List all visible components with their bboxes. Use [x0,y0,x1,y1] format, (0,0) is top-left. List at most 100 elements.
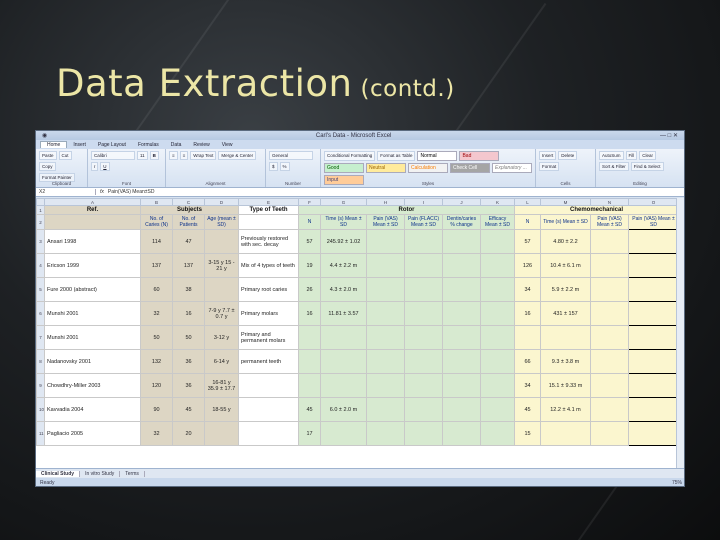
style-neutral[interactable]: Neutral [366,163,406,173]
rotor-pain-flacc-cell[interactable] [404,421,443,446]
chemo-time-cell[interactable]: 10.4 ± 6.1 m [540,253,591,278]
sub-header-cell[interactable]: Time (s) Mean ± SD [320,214,367,230]
teeth-cell[interactable] [238,373,299,398]
age-cell[interactable] [204,229,239,254]
sub-header-cell[interactable]: N [514,214,541,230]
chemo-time-cell[interactable]: 431 ± 157 [540,301,591,326]
cut-button[interactable]: Cut [58,151,72,160]
wrap-text-button[interactable]: Wrap Text [190,151,217,160]
find-select-button[interactable]: Find & Select [630,162,664,171]
rotor-time-cell[interactable]: 245.92 ± 1.02 [320,229,367,254]
style-explanatory[interactable]: Explanatory ... [492,163,532,173]
chemo-pain-cell[interactable] [590,325,629,350]
row-header[interactable]: 9 [36,373,45,398]
column-header[interactable]: J [442,198,481,206]
column-header[interactable]: L [514,198,541,206]
sub-header-cell[interactable]: No. of Patients [172,214,205,230]
ribbon-tab-review[interactable]: Review [187,142,215,148]
row-header[interactable]: 6 [36,301,45,326]
age-cell[interactable]: 6-14 y [204,349,239,374]
sub-header-cell[interactable]: Pain (VAS) Mean ± SD [590,214,629,230]
rotor-pain-vas-cell[interactable] [366,349,405,374]
caries-cell[interactable]: 50 [140,325,173,350]
header-rotor[interactable]: Rotor [298,205,515,215]
teeth-cell[interactable] [238,421,299,446]
sheet-tab-in-vitro-study[interactable]: In vitro Study [80,470,121,477]
caries-cell[interactable]: 114 [140,229,173,254]
chemo-pain-cell[interactable] [590,421,629,446]
age-cell[interactable]: 3-15 y 15 - 21 y [204,253,239,278]
teeth-cell[interactable]: permanent teeth [238,349,299,374]
column-header[interactable]: F [298,198,321,206]
zoom-level[interactable]: 75% [672,480,682,486]
number-format-select[interactable]: General [269,151,313,160]
age-cell[interactable]: 7-9 y 7.7 ± 0.7 y [204,301,239,326]
rotor-pain-vas-cell[interactable] [366,373,405,398]
rotor-efficacy-cell[interactable] [480,349,515,374]
row-header[interactable]: 10 [36,397,45,422]
age-cell[interactable]: 16-81 y 35.9 ± 17.7 [204,373,239,398]
row-header[interactable]: 2 [36,214,45,230]
column-header[interactable]: H [366,198,405,206]
row-header[interactable]: 7 [36,325,45,350]
patients-cell[interactable]: 45 [172,397,205,422]
chemo-pain-cell[interactable] [590,301,629,326]
rotor-n-cell[interactable] [298,373,321,398]
patients-cell[interactable]: 36 [172,373,205,398]
chemo-time-cell[interactable]: 9.3 ± 3.8 m [540,349,591,374]
sub-header-cell[interactable]: No. of Caries (N) [140,214,173,230]
fill-button[interactable]: Fill [625,151,638,160]
chemo-time-cell[interactable]: 4.80 ± 2.2 [540,229,591,254]
column-header[interactable]: C [172,198,205,206]
header-type-of-teeth[interactable]: Type of Teeth [238,205,299,215]
patients-cell[interactable]: 38 [172,277,205,302]
column-header[interactable]: N [590,198,629,206]
vertical-scrollbar[interactable] [676,198,684,468]
rotor-efficacy-cell[interactable] [480,277,515,302]
chemo-time-cell[interactable] [540,421,591,446]
ribbon-tab-page-layout[interactable]: Page Layout [92,142,132,148]
window-controls[interactable]: — □ ✕ [660,132,678,139]
rotor-dentin-cell[interactable] [442,349,481,374]
italic-button[interactable]: I [91,162,99,171]
ref-cell[interactable]: Munshi 2001 [44,325,141,350]
rotor-n-cell[interactable]: 57 [298,229,321,254]
caries-cell[interactable]: 90 [140,397,173,422]
row-header[interactable]: 3 [36,229,45,254]
sheet-tab-clinical-study[interactable]: Clinical Study [36,470,81,477]
rotor-n-cell[interactable]: 19 [298,253,321,278]
ribbon-tab-formulas[interactable]: Formulas [132,142,165,148]
rotor-n-cell[interactable]: 17 [298,421,321,446]
chemo-time-cell[interactable]: 12.2 ± 4.1 m [540,397,591,422]
row-header[interactable]: 5 [36,277,45,302]
sub-header-cell[interactable]: Efficacy Mean ± SD [480,214,515,230]
ref-cell[interactable]: Ansari 1998 [44,229,141,254]
rotor-time-cell[interactable]: 6.0 ± 2.0 m [320,397,367,422]
age-cell[interactable]: 18-55 y [204,397,239,422]
chemo-pain-2-cell[interactable] [628,325,679,350]
rotor-dentin-cell[interactable] [442,325,481,350]
patients-cell[interactable]: 47 [172,229,205,254]
rotor-pain-flacc-cell[interactable] [404,253,443,278]
style-calculation[interactable]: Calculation [408,163,448,173]
font-name-select[interactable]: Calibri [91,151,135,160]
rotor-efficacy-cell[interactable] [480,397,515,422]
caries-cell[interactable]: 120 [140,373,173,398]
chemo-pain-cell[interactable] [590,229,629,254]
style-bad[interactable]: Bad [459,151,500,161]
rotor-efficacy-cell[interactable] [480,325,515,350]
header-ref[interactable]: Ref. [44,205,141,215]
rotor-pain-flacc-cell[interactable] [404,229,443,254]
autosum-button[interactable]: AutoSum [599,151,624,160]
insert-cells-button[interactable]: Insert [539,151,557,160]
rotor-pain-vas-cell[interactable] [366,229,405,254]
rotor-dentin-cell[interactable] [442,301,481,326]
rotor-dentin-cell[interactable] [442,373,481,398]
rotor-dentin-cell[interactable] [442,397,481,422]
header-subjects[interactable]: Subjects [140,205,239,215]
rotor-pain-flacc-cell[interactable] [404,349,443,374]
column-header[interactable]: O [628,198,679,206]
teeth-cell[interactable]: Mix of 4 types of teeth [238,253,299,278]
caries-cell[interactable]: 60 [140,277,173,302]
teeth-cell[interactable]: Previously restored with sec. decay [238,229,299,254]
